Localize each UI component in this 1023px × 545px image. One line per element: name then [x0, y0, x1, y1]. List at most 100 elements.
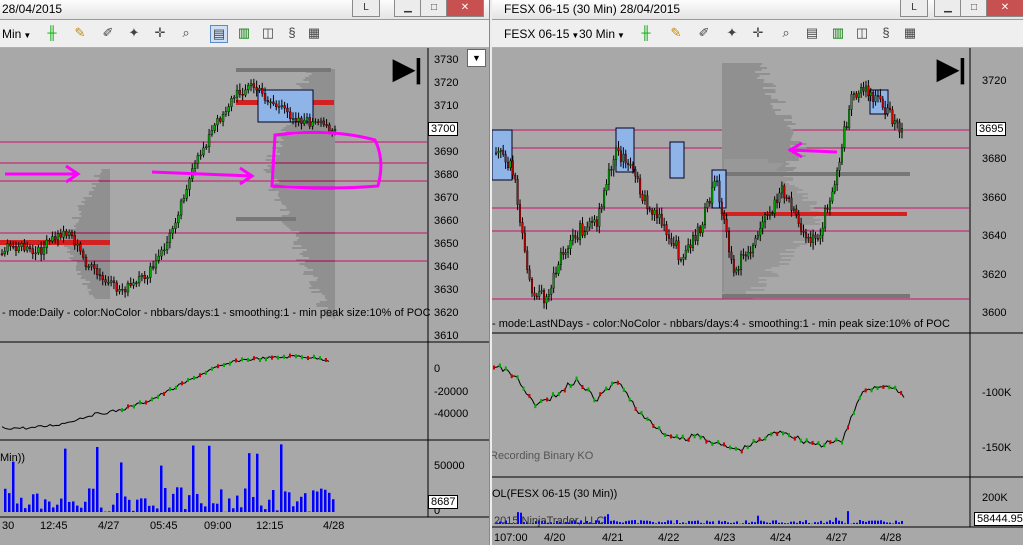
- candle-body: [857, 92, 860, 98]
- volume-bar: [280, 444, 283, 512]
- volume-bar: [52, 507, 55, 512]
- volume-bar: [200, 503, 203, 512]
- price-chart-right[interactable]: ▶|: [492, 0, 1023, 545]
- volume-bar: [84, 501, 87, 512]
- candle-body: [706, 201, 709, 208]
- oscillator-bar: [569, 383, 572, 388]
- candle-body: [723, 213, 726, 220]
- oscillator-bar: [271, 355, 273, 360]
- scroll-down-button[interactable]: ▼: [467, 49, 486, 67]
- volume-bar: [208, 445, 211, 512]
- candle-body: [269, 101, 272, 104]
- volume-bar: [148, 505, 151, 512]
- candle-body: [516, 179, 519, 205]
- volume-bar: [144, 498, 147, 512]
- candle-body: [780, 185, 783, 194]
- volume-bar: [703, 523, 705, 524]
- candle-body: [160, 249, 163, 257]
- volume-bar: [763, 521, 765, 524]
- volume-bar: [874, 520, 876, 524]
- candle-body: [37, 247, 40, 254]
- osc-tick: -20000: [434, 386, 469, 398]
- candle-body: [213, 124, 216, 131]
- candle-body: [708, 201, 711, 204]
- volume-bar: [80, 507, 83, 512]
- volume-bar: [724, 520, 726, 524]
- candle-body: [227, 106, 230, 112]
- volume-bar: [898, 522, 900, 524]
- volume-bar: [667, 520, 669, 524]
- candle-body: [62, 230, 65, 238]
- candle-body: [658, 213, 661, 219]
- time-tick: 4/22: [658, 532, 680, 544]
- candle-body: [233, 96, 236, 99]
- oscillator-bar: [127, 404, 129, 409]
- volume-bar: [796, 522, 798, 524]
- candle-body: [591, 221, 594, 223]
- oscillator-bar: [557, 392, 560, 397]
- candle-body: [210, 130, 214, 135]
- oscillator-bar: [681, 434, 684, 439]
- chart-window-right[interactable]: FESX 06-15 (30 Min) 28/04/2015 L ▁ □ ✕ F…: [492, 0, 1023, 545]
- volume-last-marker: 8687: [428, 495, 459, 509]
- volume-bar: [733, 522, 735, 524]
- candle-body: [502, 149, 505, 155]
- volume-bar: [328, 492, 331, 512]
- volume-bar: [132, 510, 135, 512]
- candle-body: [867, 85, 870, 97]
- volume-bar: [124, 496, 127, 512]
- candle-body: [754, 237, 757, 246]
- oscillator-bar: [734, 446, 737, 451]
- oscillator-bar: [593, 398, 596, 403]
- candle-body: [252, 83, 256, 88]
- oscillator-bar: [870, 388, 873, 393]
- candle-body: [247, 85, 250, 91]
- candle-body: [540, 290, 543, 292]
- candle-body: [51, 236, 54, 242]
- candle-body: [121, 289, 124, 291]
- price-tick: 3720: [982, 75, 1007, 87]
- candle-body: [901, 128, 904, 133]
- volume-bar: [865, 521, 867, 524]
- oscillator-bar: [313, 354, 315, 359]
- oscillator-bar: [187, 378, 189, 383]
- candle-body: [848, 109, 851, 128]
- oscillator-bar: [805, 438, 808, 443]
- time-tick: 4/28: [323, 520, 345, 532]
- oscillator-bar: [229, 361, 231, 366]
- candle-body: [800, 223, 803, 232]
- volume-bar: [862, 521, 864, 524]
- time-tick: 4/21: [602, 532, 624, 544]
- candle-body: [275, 103, 278, 107]
- candle-body: [559, 251, 562, 265]
- candle-body: [266, 100, 270, 103]
- volume-bar: [232, 508, 235, 512]
- chart-window-left[interactable]: 28/04/2015 L ▁ □ ✕ Min ▼ ╫ ✎ ✐ ✦ ✛ ⌕ ▤ ▥ …: [0, 0, 489, 545]
- oscillator-bar: [852, 410, 855, 415]
- volume-bar: [766, 522, 768, 524]
- candle-body: [624, 153, 627, 164]
- volume-bar: [160, 465, 163, 512]
- candle-body: [655, 209, 658, 219]
- candle-body: [893, 120, 896, 125]
- volume-bar: [100, 507, 103, 512]
- candle-body: [622, 153, 625, 162]
- volume-bar: [892, 523, 894, 524]
- price-chart-left[interactable]: ▶|: [0, 0, 489, 545]
- oscillator-bar: [628, 397, 631, 402]
- volume-bar: [901, 520, 903, 524]
- volume-bar: [220, 489, 223, 512]
- oscillator-bar: [235, 358, 237, 363]
- oscillator-line: [493, 364, 905, 453]
- candle-body: [90, 264, 93, 267]
- candle-body: [684, 249, 687, 258]
- volume-bar: [886, 522, 888, 524]
- oscillator-bar: [888, 385, 891, 390]
- candle-body: [831, 191, 834, 202]
- range-box: [669, 141, 685, 179]
- candle-body: [797, 214, 800, 224]
- candle-body: [95, 268, 99, 275]
- osc-tick: -150K: [982, 442, 1012, 454]
- oscillator-bar: [217, 364, 219, 369]
- candle-body: [277, 106, 281, 108]
